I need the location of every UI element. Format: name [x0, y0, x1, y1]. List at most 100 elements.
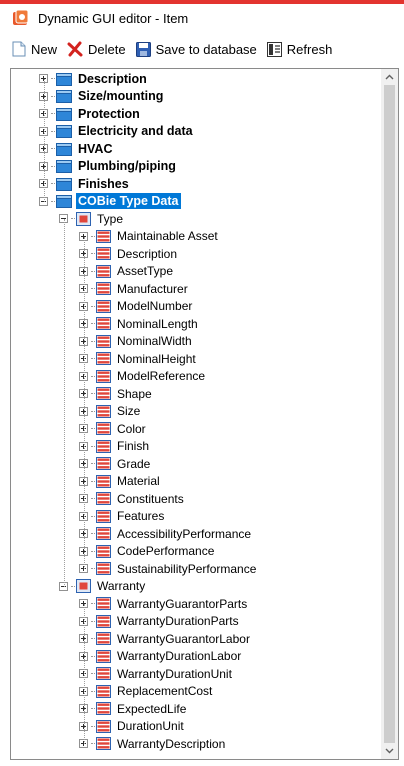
field-icon	[96, 457, 111, 470]
tree-connector	[51, 165, 55, 167]
tree-connector	[51, 200, 55, 202]
tree-node-label: WarrantyGuarantorParts	[117, 596, 248, 611]
delete-x-icon	[67, 41, 83, 57]
tree-node-label: DurationUnit	[117, 719, 184, 733]
tree-node-label: Description	[78, 71, 147, 86]
tree-guide-line	[84, 236, 85, 569]
tree-node-field[interactable]: NominalLength	[79, 315, 200, 332]
tree-connector	[91, 270, 95, 272]
tree-node-label: Type	[97, 211, 124, 226]
save-button-label: Save to database	[155, 41, 257, 57]
scroll-up-button[interactable]	[381, 69, 398, 85]
tree-connector	[71, 585, 75, 587]
tree-node-field[interactable]: WarrantyDurationUnit	[79, 665, 234, 682]
tree-node-category[interactable]: COBie Type Data	[39, 193, 181, 210]
tree-connector	[91, 655, 95, 657]
tree-connector	[91, 253, 95, 254]
tree-node-label: NominalLength	[117, 316, 198, 331]
tree-node-label: WarrantyGuarantorLabor	[117, 631, 250, 646]
delete-button[interactable]: Delete	[67, 41, 126, 57]
tree-node-category[interactable]: Plumbing/piping	[39, 158, 178, 175]
field-icon	[96, 684, 111, 698]
tree-node-field[interactable]: ReplacementCost	[79, 683, 214, 700]
tree-node-label: HVAC	[78, 141, 113, 156]
tree-node-field[interactable]: Finish	[79, 438, 151, 455]
tree-node-field[interactable]: DurationUnit	[79, 718, 186, 735]
tree-node-label: Finish	[117, 439, 150, 453]
tree-node-field[interactable]: ModelNumber	[79, 298, 194, 315]
tree-connector	[91, 288, 95, 289]
tree-node-field[interactable]: SustainabilityPerformance	[79, 560, 258, 577]
tree-connector	[91, 498, 95, 499]
tree-node-category[interactable]: Finishes	[39, 175, 131, 192]
tree-node-field[interactable]: WarrantyGuarantorLabor	[79, 630, 252, 647]
field-icon	[96, 282, 111, 295]
blue-folder-icon	[56, 142, 72, 156]
tree-node-field[interactable]: WarrantyGuarantorParts	[79, 595, 249, 612]
tree-node-label: SustainabilityPerformance	[117, 561, 257, 576]
field-icon	[96, 649, 111, 663]
tree-connector	[91, 550, 95, 552]
tree-connector	[91, 323, 95, 324]
scroll-down-button[interactable]	[381, 743, 398, 759]
tree-node-field[interactable]: Manufacturer	[79, 280, 190, 297]
tree-node-field[interactable]: Color	[79, 420, 148, 437]
app-icon	[13, 9, 29, 25]
field-icon	[96, 474, 111, 488]
new-button[interactable]: New	[12, 41, 57, 57]
field-icon	[96, 404, 111, 418]
tree-node-label: Warranty	[97, 579, 146, 593]
toolbar: New Delete Save to database Refresh	[0, 34, 404, 64]
tree-node-label: Constituents	[117, 491, 184, 506]
vertical-scrollbar[interactable]	[381, 69, 398, 759]
tree-node-field[interactable]: Description	[79, 245, 179, 262]
tree-node-category[interactable]: Description	[39, 70, 149, 87]
field-icon	[96, 422, 111, 435]
tree-node-field[interactable]: Grade	[79, 455, 152, 472]
tree-node-field[interactable]: Maintainable Asset	[79, 228, 220, 245]
tree-node-category[interactable]: Protection	[39, 105, 142, 122]
field-icon	[96, 439, 111, 453]
tree-connector	[91, 463, 95, 464]
tree-node-label: CodePerformance	[117, 544, 215, 558]
refresh-button-label: Refresh	[286, 41, 333, 57]
tree-node-label: Material	[117, 474, 160, 488]
new-document-icon	[12, 41, 26, 57]
field-icon	[96, 597, 111, 610]
tree-node-field[interactable]: AssetType	[79, 263, 175, 280]
tree-connector	[91, 725, 95, 727]
field-icon	[96, 369, 111, 383]
tree-node-label: NominalHeight	[117, 351, 196, 366]
field-icon	[96, 317, 111, 330]
item-tree-view[interactable]: Description Size/mounting Protection Electr…	[10, 68, 399, 760]
tree-node-warranty-group[interactable]: Warranty	[59, 578, 147, 595]
tree-connector	[91, 445, 95, 447]
save-to-database-button[interactable]: Save to database	[135, 41, 257, 57]
tree-node-category[interactable]: HVAC	[39, 140, 115, 157]
tree-node-field[interactable]: Features	[79, 508, 166, 525]
blue-folder-icon	[56, 107, 72, 121]
tree-node-field[interactable]: ModelReference	[79, 368, 207, 385]
tree-node-field[interactable]: AccessibilityPerformance	[79, 525, 253, 542]
tree-node-field[interactable]: ExpectedLife	[79, 700, 188, 717]
refresh-button[interactable]: Refresh	[266, 41, 333, 57]
tree-node-category[interactable]: Electricity and data	[39, 123, 195, 140]
tree-node-type-group[interactable]: Type	[59, 210, 125, 227]
tree-node-field[interactable]: WarrantyDurationLabor	[79, 648, 243, 665]
tree-node-field[interactable]: Material	[79, 473, 162, 490]
tree-node-category[interactable]: Size/mounting	[39, 88, 165, 105]
scrollbar-thumb[interactable]	[384, 85, 395, 743]
tree-node-field[interactable]: WarrantyDurationParts	[79, 613, 241, 630]
tree-node-field[interactable]: Size	[79, 403, 142, 420]
tree-node-label: Electricity and data	[78, 124, 193, 138]
field-icon	[96, 737, 111, 750]
tree-node-field[interactable]: NominalWidth	[79, 333, 194, 350]
tree-node-field[interactable]: Shape	[79, 385, 154, 402]
tree-node-field[interactable]: CodePerformance	[79, 543, 216, 560]
tree-node-label: Features	[117, 509, 165, 523]
tree-node-label: Protection	[78, 106, 140, 121]
tree-node-field[interactable]: Constituents	[79, 490, 186, 507]
tree-node-field[interactable]: NominalHeight	[79, 350, 198, 367]
tree-node-field[interactable]: WarrantyDescription	[79, 735, 227, 752]
field-icon	[96, 632, 111, 645]
